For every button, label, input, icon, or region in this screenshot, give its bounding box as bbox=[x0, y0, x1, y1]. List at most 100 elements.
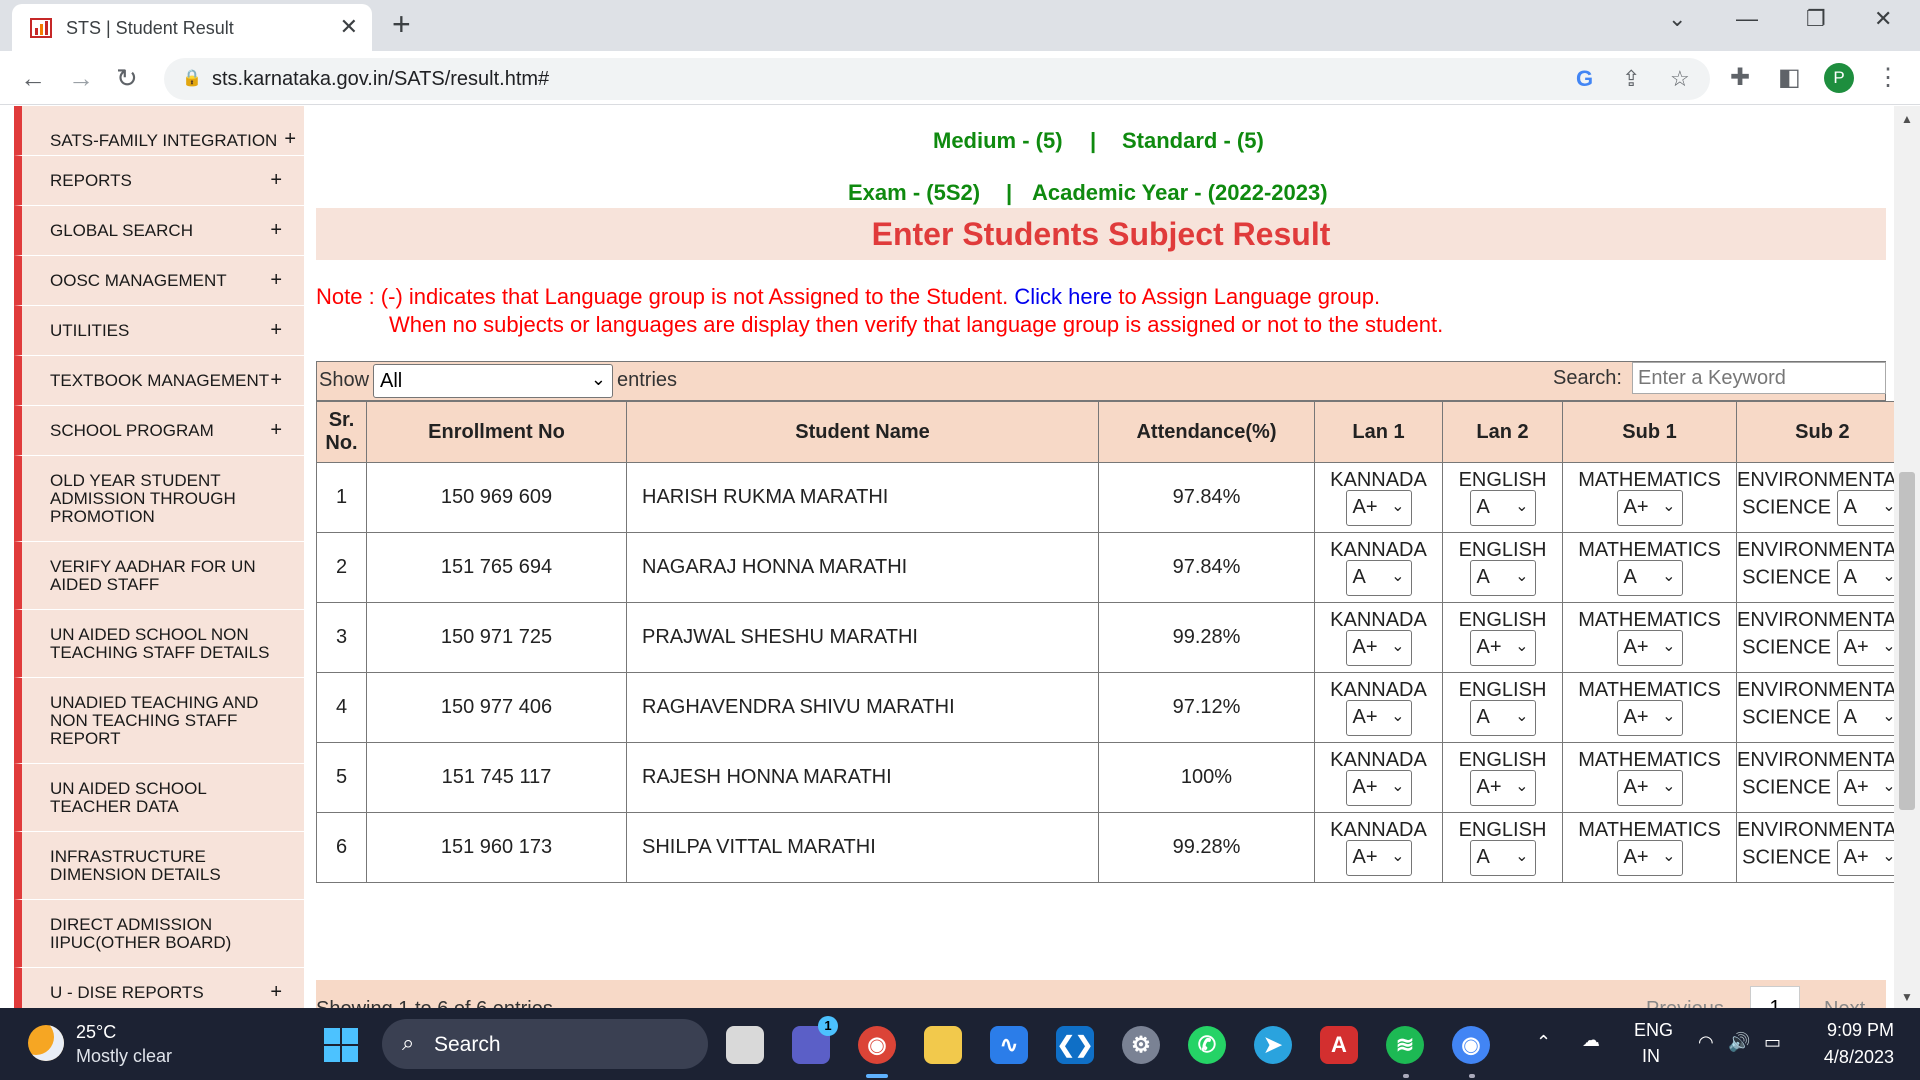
google-icon[interactable]: G bbox=[1576, 66, 1593, 92]
wifi-icon[interactable]: ◠ bbox=[1698, 1032, 1714, 1053]
sidebar-item-utilities[interactable]: UTILITIES + bbox=[14, 306, 304, 356]
settings-gear-icon[interactable]: ⚙ bbox=[1122, 1026, 1160, 1064]
grade-select[interactable]: A ⌄ bbox=[1836, 699, 1903, 736]
col-enrollment[interactable]: Enrollment No bbox=[366, 401, 627, 463]
minimize-icon[interactable]: — bbox=[1736, 6, 1758, 32]
grade-select[interactable]: A+ ⌄ bbox=[1345, 839, 1412, 876]
sidebar-item-reports[interactable]: REPORTS + bbox=[14, 156, 304, 206]
sidebar-item-teaching-staff-report[interactable]: UNADIED TEACHING AND NON TEACHING STAFF … bbox=[14, 678, 304, 764]
scroll-down-icon[interactable]: ▼ bbox=[1901, 990, 1913, 1004]
click-link[interactable]: Click bbox=[1014, 284, 1062, 309]
sidebar-item-old-year-student-admission[interactable]: OLD YEAR STUDENT ADMISSION THROUGH PROMO… bbox=[14, 456, 304, 542]
col-student-name[interactable]: Student Name bbox=[626, 401, 1099, 463]
sidebar-item-non-teaching-staff-details[interactable]: UN AIDED SCHOOL NON TEACHING STAFF DETAI… bbox=[14, 610, 304, 678]
share-icon[interactable]: ⇪ bbox=[1622, 66, 1640, 92]
col-lan1[interactable]: Lan 1 bbox=[1314, 401, 1443, 463]
col-attendance[interactable]: Attendance(%) bbox=[1098, 401, 1315, 463]
connect-app-icon[interactable]: ∿ bbox=[990, 1026, 1028, 1064]
vscode-icon[interactable]: ❮❯ bbox=[1056, 1026, 1094, 1064]
grade-select[interactable]: A+ ⌄ bbox=[1345, 629, 1412, 666]
chrome-profile-icon[interactable]: ◉ bbox=[1452, 1026, 1490, 1064]
sidebar-item-infrastructure[interactable]: INFRASTRUCTURE DIMENSION DETAILS bbox=[14, 832, 304, 900]
entries-select[interactable]: All ⌄ bbox=[373, 364, 613, 398]
sidebar-item-school-program[interactable]: SCHOOL PROGRAM + bbox=[14, 406, 304, 456]
page-1-button[interactable]: 1 bbox=[1750, 986, 1800, 1008]
weather-moon-icon[interactable] bbox=[28, 1025, 64, 1061]
restore-icon[interactable]: ❐ bbox=[1806, 6, 1826, 32]
new-tab-button[interactable]: + bbox=[392, 6, 411, 43]
col-sub2[interactable]: Sub 2 bbox=[1736, 401, 1909, 463]
sidebar-item-oosc-management[interactable]: OOSC MANAGEMENT + bbox=[14, 256, 304, 306]
weather-temperature[interactable]: 25°C bbox=[76, 1022, 116, 1043]
grade-select[interactable]: A ⌄ bbox=[1345, 559, 1412, 596]
language-code[interactable]: ENG bbox=[1634, 1020, 1673, 1041]
url-text[interactable]: sts.karnataka.gov.in/SATS/result.htm# bbox=[212, 68, 549, 91]
back-icon[interactable]: ← bbox=[20, 63, 46, 94]
grade-select[interactable]: A ⌄ bbox=[1836, 489, 1903, 526]
tab-search-icon[interactable]: ⌄ bbox=[1668, 6, 1686, 32]
sidebar-item-verify-aadhar[interactable]: VERIFY AADHAR FOR UN AIDED STAFF bbox=[14, 542, 304, 610]
grade-select[interactable]: A ⌄ bbox=[1469, 699, 1536, 736]
onedrive-icon[interactable]: ☁ bbox=[1582, 1030, 1600, 1051]
forward-icon[interactable]: → bbox=[68, 63, 94, 94]
grade-select[interactable]: A+ ⌄ bbox=[1616, 489, 1683, 526]
teams-chat-icon[interactable]: 1 bbox=[792, 1016, 838, 1064]
grade-select[interactable]: A+ ⌄ bbox=[1836, 629, 1903, 666]
lock-icon[interactable]: 🔒 bbox=[182, 68, 202, 88]
sidebar-item-direct-admission[interactable]: DIRECT ADMISSION IIPUC(OTHER BOARD) bbox=[14, 900, 304, 968]
sidebar-item-sats-family-integration[interactable]: SATS-FAMILY INTEGRATION + bbox=[14, 106, 304, 156]
file-explorer-icon[interactable] bbox=[924, 1026, 962, 1064]
taskbar-search[interactable]: ⌕ Search bbox=[382, 1019, 708, 1069]
address-bar[interactable]: 🔒 sts.karnataka.gov.in/SATS/result.htm# … bbox=[164, 58, 1710, 100]
clock[interactable]: 9:09 PM 4/8/2023 bbox=[1818, 1020, 1894, 1068]
telegram-icon[interactable]: ➤ bbox=[1254, 1026, 1292, 1064]
sidebar-item-global-search[interactable]: GLOBAL SEARCH + bbox=[14, 206, 304, 256]
chrome-icon[interactable]: ◉ bbox=[858, 1026, 896, 1064]
grade-select[interactable]: A+ ⌄ bbox=[1836, 769, 1903, 806]
grade-select[interactable]: A+ ⌄ bbox=[1616, 839, 1683, 876]
sidebar-item-textbook-management[interactable]: TEXTBOOK MANAGEMENT + bbox=[14, 356, 304, 406]
extensions-icon[interactable]: ✚ bbox=[1730, 63, 1750, 92]
task-view-icon[interactable] bbox=[726, 1026, 764, 1064]
scroll-thumb[interactable] bbox=[1899, 472, 1915, 810]
weather-description[interactable]: Mostly clear bbox=[76, 1046, 172, 1067]
browser-tab[interactable]: STS | Student Result ✕ bbox=[12, 4, 372, 51]
grade-select[interactable]: A+ ⌄ bbox=[1469, 769, 1536, 806]
search-input[interactable] bbox=[1632, 362, 1886, 394]
grade-select[interactable]: A+ ⌄ bbox=[1616, 699, 1683, 736]
profile-avatar[interactable]: P bbox=[1824, 63, 1854, 93]
next-page-button[interactable]: Next bbox=[1824, 998, 1865, 1008]
col-lan2[interactable]: Lan 2 bbox=[1442, 401, 1563, 463]
col-sr-no[interactable]: Sr. No. bbox=[316, 401, 367, 463]
grade-select[interactable]: A+ ⌄ bbox=[1616, 629, 1683, 666]
acrobat-icon[interactable]: A bbox=[1320, 1026, 1358, 1064]
grade-select[interactable]: A+ ⌄ bbox=[1345, 699, 1412, 736]
sidebar-item-teacher-data[interactable]: UN AIDED SCHOOL TEACHER DATA bbox=[14, 764, 304, 832]
menu-icon[interactable]: ⋮ bbox=[1876, 63, 1900, 92]
close-window-icon[interactable]: ✕ bbox=[1874, 6, 1892, 32]
col-sub1[interactable]: Sub 1 bbox=[1562, 401, 1737, 463]
previous-page-button[interactable]: Previous bbox=[1646, 998, 1724, 1008]
grade-select[interactable]: A+ ⌄ bbox=[1469, 629, 1536, 666]
reload-icon[interactable]: ↻ bbox=[116, 63, 138, 94]
page-scrollbar[interactable]: ▲ ▼ bbox=[1894, 106, 1920, 1008]
grade-select[interactable]: A+ ⌄ bbox=[1836, 839, 1903, 876]
here-link[interactable]: here bbox=[1068, 284, 1112, 309]
chevron-up-icon[interactable]: ⌃ bbox=[1536, 1032, 1551, 1053]
volume-icon[interactable]: 🔊 bbox=[1728, 1032, 1750, 1053]
grade-select[interactable]: A+ ⌄ bbox=[1345, 489, 1412, 526]
grade-select[interactable]: A+ ⌄ bbox=[1345, 769, 1412, 806]
grade-select[interactable]: A+ ⌄ bbox=[1616, 769, 1683, 806]
grade-select[interactable]: A ⌄ bbox=[1836, 559, 1903, 596]
close-tab-icon[interactable]: ✕ bbox=[340, 14, 358, 40]
scroll-up-icon[interactable]: ▲ bbox=[1901, 112, 1913, 126]
battery-icon[interactable]: ▭ bbox=[1764, 1032, 1781, 1053]
grade-select[interactable]: A ⌄ bbox=[1469, 839, 1536, 876]
sidebar-item-udise-reports[interactable]: U - DISE REPORTS + bbox=[14, 968, 304, 1008]
bookmark-star-icon[interactable]: ☆ bbox=[1670, 66, 1690, 92]
grade-select[interactable]: A ⌄ bbox=[1469, 559, 1536, 596]
grade-select[interactable]: A ⌄ bbox=[1616, 559, 1683, 596]
language-region[interactable]: IN bbox=[1642, 1046, 1660, 1067]
whatsapp-icon[interactable]: ✆ bbox=[1188, 1026, 1226, 1064]
start-button[interactable] bbox=[324, 1028, 358, 1062]
